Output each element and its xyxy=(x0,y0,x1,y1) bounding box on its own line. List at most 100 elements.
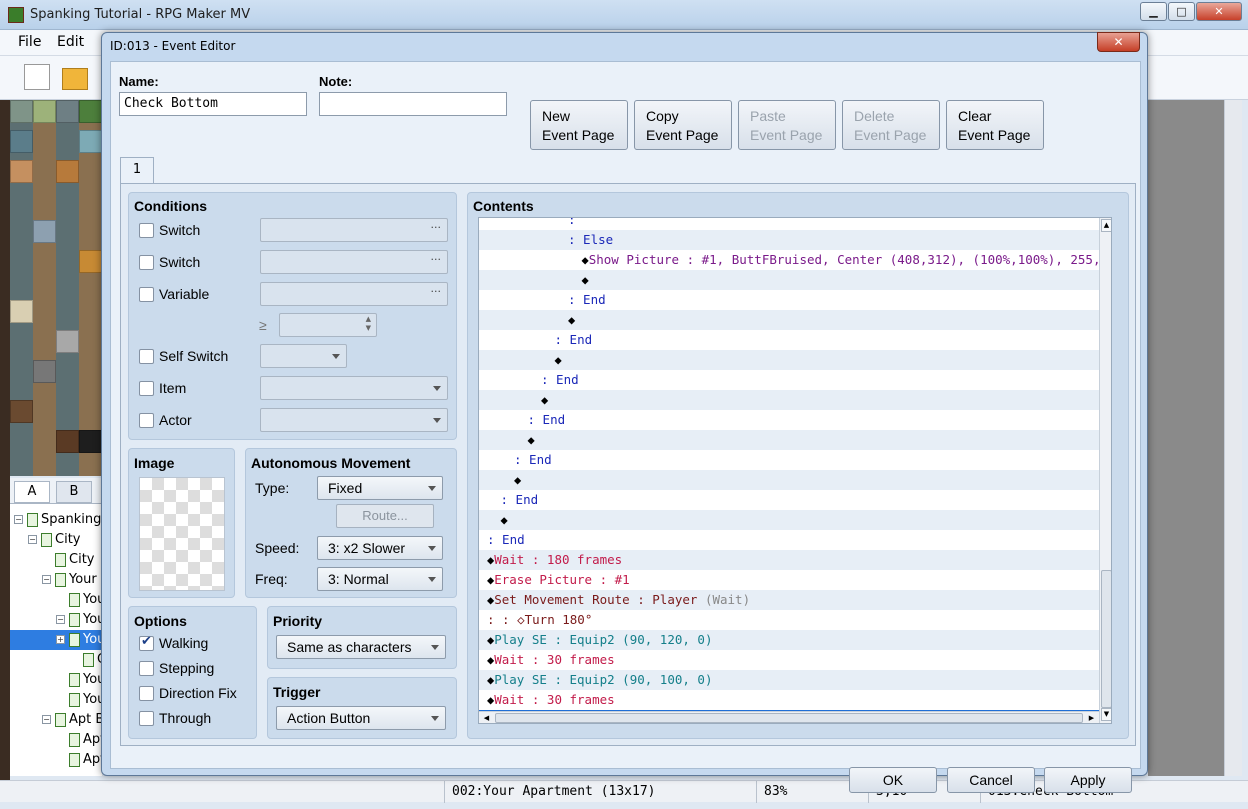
walking-checkbox[interactable] xyxy=(139,634,154,651)
map-view[interactable] xyxy=(1148,100,1224,776)
map-tree-item[interactable]: Apt xyxy=(10,750,102,770)
command-row[interactable]: ◆ xyxy=(479,310,1099,330)
collapse-icon[interactable]: − xyxy=(14,515,23,524)
item-select[interactable] xyxy=(260,376,448,400)
tile[interactable] xyxy=(10,300,33,323)
scroll-left-icon[interactable]: ◀ xyxy=(480,712,493,723)
self-switch-select[interactable] xyxy=(260,344,347,368)
open-folder-icon[interactable] xyxy=(62,68,88,90)
app-close-button[interactable]: ✕ xyxy=(1196,2,1242,21)
command-row[interactable]: ◆Set Movement Route : Player (Wait) xyxy=(479,590,1099,610)
maximize-button[interactable]: □ xyxy=(1168,2,1195,21)
commands-vertical-scrollbar[interactable]: ▲ ▼ xyxy=(1099,218,1111,723)
minimize-button[interactable]: ▁ xyxy=(1140,2,1167,21)
tile[interactable] xyxy=(79,430,102,453)
commands-horizontal-scrollbar[interactable]: ◀ ▶ xyxy=(479,711,1099,723)
variable-checkbox[interactable] xyxy=(139,287,154,302)
scroll-thumb[interactable] xyxy=(1101,570,1111,708)
tile[interactable] xyxy=(33,360,56,383)
expand-icon[interactable]: + xyxy=(56,635,65,644)
tileset-palette[interactable] xyxy=(10,100,102,476)
stepping-checkbox[interactable] xyxy=(139,661,154,676)
tile[interactable] xyxy=(10,400,33,423)
collapse-icon[interactable]: − xyxy=(56,615,65,624)
dialog-close-button[interactable]: ✕ xyxy=(1097,32,1140,52)
map-tree-item[interactable]: − Spanking xyxy=(10,510,102,530)
map-tree-item[interactable]: Oth xyxy=(10,650,102,670)
note-field[interactable] xyxy=(319,92,507,116)
hscroll-thumb[interactable] xyxy=(495,713,1083,723)
collapse-icon[interactable]: − xyxy=(28,535,37,544)
freq-select[interactable]: 3: Normal xyxy=(317,567,443,591)
item-checkbox[interactable] xyxy=(139,381,154,396)
paste-event-page-button[interactable]: Paste Event Page xyxy=(738,100,836,150)
apply-button[interactable]: Apply xyxy=(1044,767,1132,793)
map-tree-item[interactable]: − City xyxy=(10,530,102,550)
actor-checkbox[interactable] xyxy=(139,413,154,428)
tile[interactable] xyxy=(33,100,56,123)
command-row[interactable]: ◆Wait : 30 frames xyxy=(479,690,1099,710)
switch1-select[interactable]: ··· xyxy=(260,218,448,242)
command-row[interactable]: : Else xyxy=(479,230,1099,250)
actor-select[interactable] xyxy=(260,408,448,432)
tile[interactable] xyxy=(79,100,102,123)
tab-b[interactable]: B xyxy=(56,481,92,503)
direction-fix-checkbox[interactable] xyxy=(139,686,154,701)
tile[interactable] xyxy=(10,130,33,153)
map-tree[interactable]: −Spanking−CityCity−YourYour−Your+YouOthY… xyxy=(10,504,102,776)
command-row[interactable]: ◆Play SE : Equip2 (90, 120, 0) xyxy=(479,630,1099,650)
copy-event-page-button[interactable]: Copy Event Page xyxy=(634,100,732,150)
collapse-icon[interactable]: − xyxy=(42,715,51,724)
map-tree-item[interactable]: Your xyxy=(10,690,102,710)
tile[interactable] xyxy=(33,220,56,243)
delete-event-page-button[interactable]: Delete Event Page xyxy=(842,100,940,150)
command-row[interactable]: : End xyxy=(479,410,1099,430)
tile[interactable] xyxy=(56,430,79,453)
command-row[interactable]: ◆ xyxy=(479,470,1099,490)
priority-select[interactable]: Same as characters xyxy=(276,635,446,659)
tile[interactable] xyxy=(79,130,102,153)
command-row[interactable]: ◆ xyxy=(479,430,1099,450)
command-row[interactable]: ◆ xyxy=(479,350,1099,370)
speed-select[interactable]: 3: x2 Slower xyxy=(317,536,443,560)
map-tree-item[interactable]: City xyxy=(10,550,102,570)
map-tree-item[interactable]: − Your xyxy=(10,610,102,630)
command-row[interactable]: : End xyxy=(479,290,1099,310)
switch1-checkbox[interactable] xyxy=(139,223,154,238)
scroll-right-icon[interactable]: ▶ xyxy=(1085,712,1098,723)
command-row[interactable]: ◆ xyxy=(479,510,1099,530)
command-row[interactable]: ◆Erase Picture : #1 xyxy=(479,570,1099,590)
clear-event-page-button[interactable]: Clear Event Page xyxy=(946,100,1044,150)
command-row[interactable]: ◆Show Picture : #1, ButtFBruised, Center… xyxy=(479,250,1112,270)
scroll-down-icon[interactable]: ▼ xyxy=(1101,708,1111,721)
new-event-page-button[interactable]: New Event Page xyxy=(530,100,628,150)
tab-a[interactable]: A xyxy=(14,481,50,503)
trigger-select[interactable]: Action Button xyxy=(276,706,446,730)
cancel-button[interactable]: Cancel xyxy=(947,767,1035,793)
command-row[interactable]: : End xyxy=(479,530,1099,550)
spinner-arrows-icon[interactable]: ▲ ▼ xyxy=(366,315,371,333)
type-select[interactable]: Fixed xyxy=(317,476,443,500)
map-tree-item[interactable]: − Apt B xyxy=(10,710,102,730)
map-tree-item[interactable]: − Your xyxy=(10,570,102,590)
switch2-select[interactable]: ··· xyxy=(260,250,448,274)
tile[interactable] xyxy=(56,100,79,123)
ok-button[interactable]: OK xyxy=(849,767,937,793)
through-checkbox[interactable] xyxy=(139,711,154,726)
variable-value-spinner[interactable]: ▲ ▼ xyxy=(279,313,377,337)
command-row[interactable]: ◆ xyxy=(479,270,1099,290)
command-row[interactable]: : xyxy=(479,218,1099,230)
command-row[interactable]: ◆ xyxy=(479,390,1099,410)
command-row[interactable]: ◆Wait : 180 frames xyxy=(479,550,1099,570)
tile[interactable] xyxy=(10,160,33,183)
command-row[interactable]: : End xyxy=(479,370,1099,390)
command-row[interactable]: : : ◇Turn 180° xyxy=(479,610,1099,630)
map-tree-item[interactable]: + You xyxy=(10,630,102,650)
event-commands-list[interactable]: :: Else ◆Show Picture : #1, ButtFBruised,… xyxy=(478,217,1112,724)
menu-edit[interactable]: Edit xyxy=(57,34,84,50)
map-tree-item[interactable]: Your xyxy=(10,670,102,690)
map-scrollbar[interactable] xyxy=(1224,100,1242,776)
command-row[interactable]: : End xyxy=(479,330,1099,350)
command-row[interactable]: : End xyxy=(479,490,1099,510)
tab-page-1[interactable]: 1 xyxy=(120,157,154,184)
